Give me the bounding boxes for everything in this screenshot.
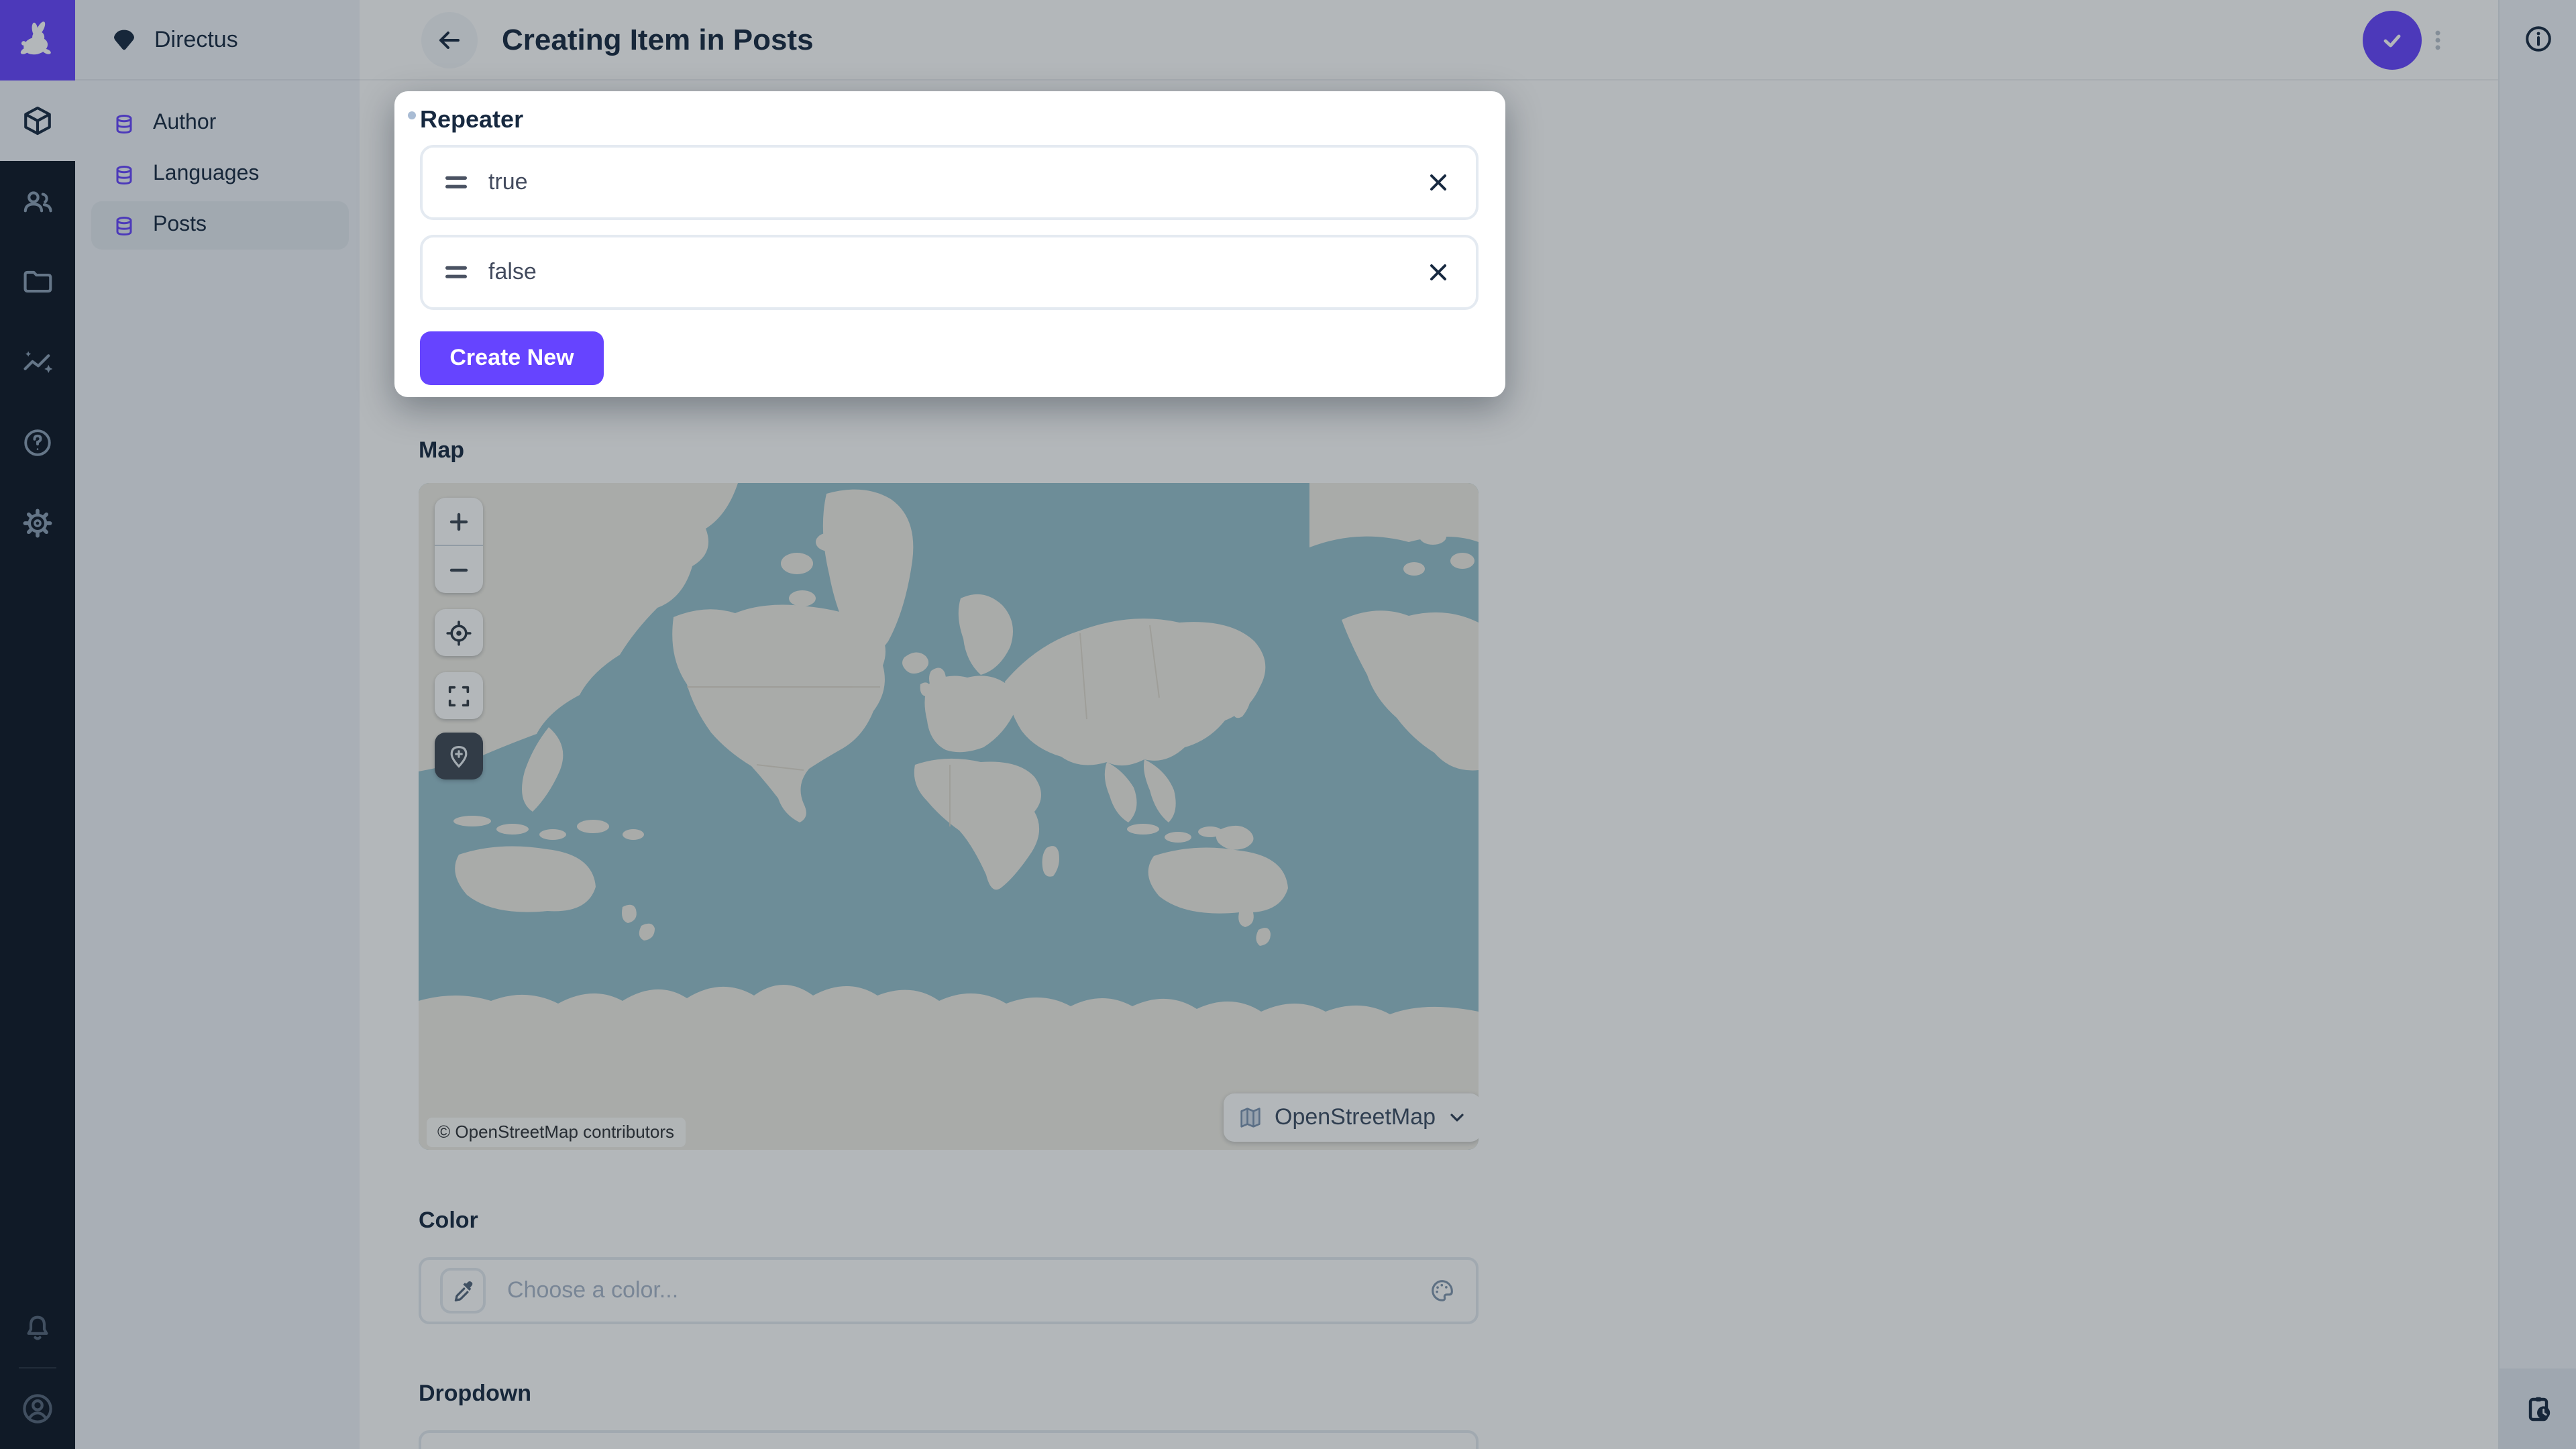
repeater-row[interactable]: false <box>420 235 1479 310</box>
repeater-item-value[interactable]: true <box>488 169 528 196</box>
repeater-field-label: Repeater <box>420 106 523 134</box>
remove-item-button[interactable] <box>1422 256 1454 288</box>
repeater-item-value[interactable]: false <box>488 259 537 286</box>
drag-handle-icon[interactable] <box>444 174 468 191</box>
repeater-row[interactable]: true <box>420 145 1479 220</box>
close-icon <box>1425 259 1452 286</box>
close-icon <box>1425 169 1452 196</box>
app-window: Directus Author Languages <box>0 0 2576 1449</box>
remove-item-button[interactable] <box>1422 166 1454 199</box>
drag-handle-icon[interactable] <box>444 264 468 280</box>
required-dot <box>408 111 416 119</box>
repeater-field-card: Repeater true false <box>394 91 1505 397</box>
create-new-button[interactable]: Create New <box>420 331 604 385</box>
